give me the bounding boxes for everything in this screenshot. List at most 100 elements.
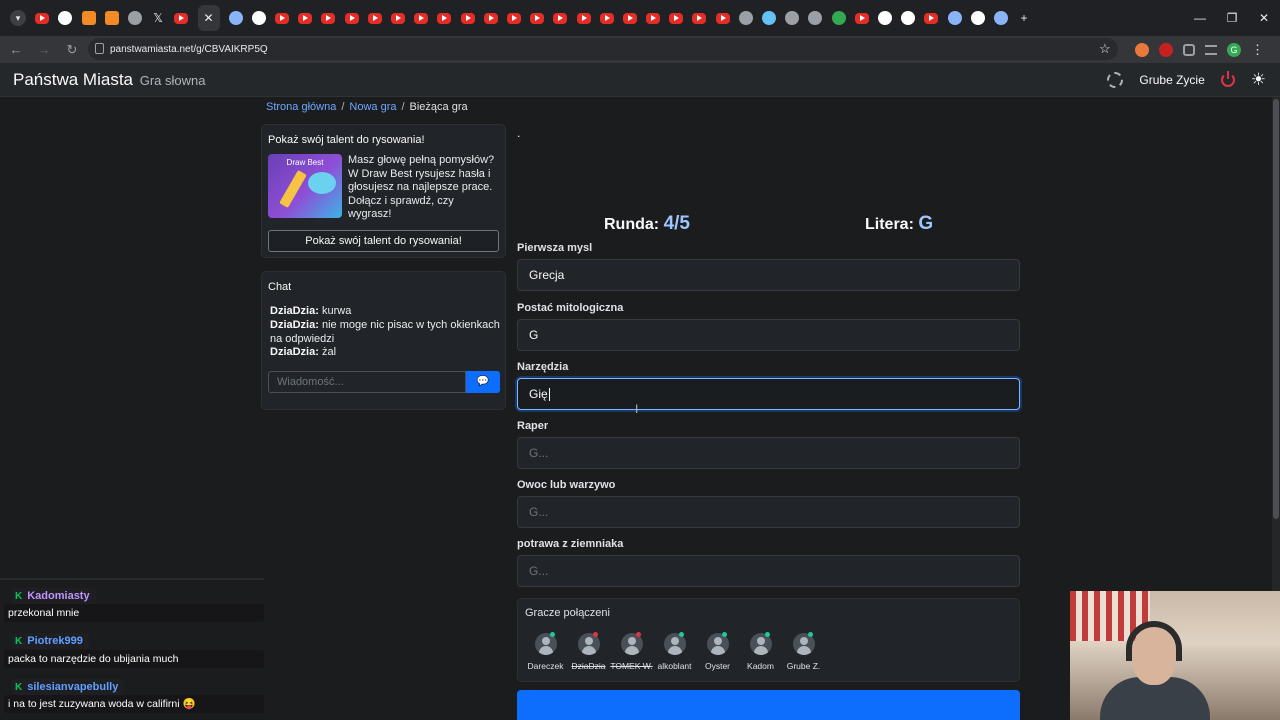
reload-icon[interactable]: ↻ bbox=[60, 42, 84, 58]
tab-globe-icon[interactable] bbox=[947, 11, 962, 25]
tab-youtube-icon[interactable] bbox=[437, 12, 452, 24]
chat-messages: DziaDzia: kurwa DziaDzia: nie moge nic p… bbox=[270, 305, 502, 360]
tab-youtube-icon[interactable] bbox=[298, 12, 313, 24]
tab-youtube-icon[interactable] bbox=[391, 12, 405, 24]
settings-gear-icon[interactable] bbox=[1107, 72, 1124, 88]
answer-input-focused[interactable]: Gię bbox=[517, 378, 1020, 410]
field-label: Postać mitologiczna bbox=[517, 302, 624, 314]
tab-youtube-icon[interactable] bbox=[854, 12, 869, 24]
tab-youtube-icon[interactable] bbox=[669, 12, 684, 24]
tab-youtube-icon[interactable] bbox=[367, 12, 382, 24]
tab-web-icon[interactable] bbox=[993, 11, 1008, 25]
kick-badge-icon: K bbox=[15, 636, 23, 647]
field-label: Raper bbox=[517, 420, 549, 432]
tab-youtube-icon[interactable] bbox=[506, 12, 521, 24]
media-control-icon[interactable] bbox=[1205, 44, 1217, 55]
player-item: TOMEK W. bbox=[610, 632, 653, 671]
tab-youtube-icon[interactable] bbox=[483, 12, 498, 24]
restore-icon[interactable]: ❐ bbox=[1216, 0, 1248, 36]
tab-web-icon[interactable] bbox=[127, 11, 142, 25]
tab-web-icon[interactable] bbox=[228, 11, 243, 25]
logout-power-icon[interactable] bbox=[1220, 71, 1235, 87]
extensions-puzzle-icon[interactable] bbox=[1183, 43, 1195, 56]
forward-icon[interactable]: → bbox=[32, 42, 56, 57]
tab-web-icon[interactable] bbox=[785, 11, 800, 25]
player-status-dot bbox=[808, 632, 813, 637]
tab-youtube-icon[interactable] bbox=[924, 12, 939, 24]
field-label: Owoc lub warzywo bbox=[517, 479, 616, 491]
tab-youtube-icon[interactable] bbox=[414, 12, 429, 24]
profile-avatar-icon[interactable]: G bbox=[1227, 42, 1241, 57]
tab-google-icon[interactable] bbox=[970, 11, 985, 25]
chat-message-input[interactable]: Wiadomość... bbox=[268, 371, 466, 393]
players-header: Gracze połączeni bbox=[525, 607, 610, 619]
answer-input[interactable]: Grecja bbox=[517, 259, 1020, 291]
promo-header: Pokaż swój talent do rysowania! bbox=[268, 134, 425, 146]
tab-youtube-icon[interactable] bbox=[275, 12, 290, 24]
tab-youtube-icon[interactable] bbox=[344, 12, 359, 24]
chat-send-button[interactable]: 💬 bbox=[466, 371, 500, 393]
field-label: Narzędzia bbox=[517, 361, 569, 373]
site-brand[interactable]: Państwa Miasta Gra słowna bbox=[13, 70, 205, 90]
tab-youtube-icon[interactable] bbox=[646, 12, 661, 24]
player-status-dot bbox=[636, 632, 641, 637]
tab-google-icon[interactable] bbox=[901, 11, 916, 25]
tab-google-icon[interactable] bbox=[251, 11, 266, 25]
url-field[interactable]: panstwamiasta.net/g/CBVAIKRP5Q bbox=[88, 38, 1118, 60]
tab-blogger-icon[interactable] bbox=[104, 11, 119, 25]
answer-input[interactable]: G... bbox=[517, 496, 1020, 528]
tab-youtube-icon[interactable] bbox=[599, 12, 614, 24]
extension-icon[interactable] bbox=[1135, 42, 1149, 57]
breadcrumb-home[interactable]: Strona główna bbox=[266, 101, 336, 113]
field-label: Pierwsza mysl bbox=[517, 242, 593, 254]
tab-active-close-icon[interactable]: ✕ bbox=[197, 5, 220, 31]
tab-google-icon[interactable] bbox=[877, 11, 892, 25]
extension-icon[interactable] bbox=[1159, 42, 1173, 57]
user-name-link[interactable]: Grube Zycie bbox=[1139, 73, 1204, 87]
chat-card: Chat DziaDzia: kurwa DziaDzia: nie moge … bbox=[261, 271, 506, 410]
tab-youtube-icon[interactable] bbox=[321, 12, 336, 24]
answer-input[interactable]: G... bbox=[517, 437, 1020, 469]
url-text: panstwamiasta.net/g/CBVAIKRP5Q bbox=[110, 43, 268, 55]
tab-youtube-icon[interactable] bbox=[576, 12, 591, 24]
promo-button[interactable]: Pokaż swój talent do rysowania! bbox=[268, 230, 499, 252]
tab-youtube-icon[interactable] bbox=[692, 12, 707, 24]
player-name: Dareczek bbox=[527, 661, 564, 671]
tab-search-icon[interactable]: ▾ bbox=[10, 10, 26, 26]
tab-web-icon[interactable] bbox=[738, 11, 753, 25]
tab-youtube-icon[interactable] bbox=[622, 12, 637, 24]
new-tab-plus-icon[interactable]: + bbox=[1017, 11, 1031, 25]
answer-field-first-thought: Pierwsza mysl Grecja bbox=[517, 242, 1020, 291]
text-cursor-ibeam-icon: I bbox=[635, 402, 639, 416]
tab-steam-icon[interactable] bbox=[762, 11, 776, 25]
answer-field-potato-dish: potrawa z ziemniaka G... bbox=[517, 538, 1020, 587]
theme-toggle-sun-icon[interactable]: ☀ bbox=[1251, 70, 1266, 90]
submit-button[interactable] bbox=[517, 690, 1020, 720]
tab-youtube-icon[interactable] bbox=[174, 12, 189, 24]
site-info-icon[interactable] bbox=[95, 43, 104, 54]
tab-web-icon[interactable] bbox=[808, 11, 823, 25]
tab-x-icon[interactable]: 𝕏 bbox=[151, 11, 165, 25]
tab-youtube-icon[interactable] bbox=[715, 12, 730, 24]
breadcrumb-new-game[interactable]: Nowa gra bbox=[349, 101, 396, 113]
brand-subtitle: Gra słowna bbox=[139, 73, 206, 88]
tab-youtube-icon[interactable] bbox=[460, 12, 475, 24]
tab-google-icon[interactable] bbox=[58, 11, 73, 25]
back-icon[interactable]: ← bbox=[4, 42, 28, 57]
tab-leaf-icon[interactable] bbox=[831, 11, 846, 25]
minimize-icon[interactable]: — bbox=[1184, 0, 1216, 36]
tab-youtube-icon[interactable] bbox=[553, 12, 568, 24]
answer-input[interactable]: G bbox=[517, 319, 1020, 351]
tab-blogger-icon[interactable] bbox=[81, 11, 96, 25]
player-item: Grube Z. bbox=[782, 632, 825, 671]
answer-input[interactable]: G... bbox=[517, 555, 1020, 587]
tab-youtube-icon[interactable] bbox=[35, 12, 50, 24]
player-status-dot bbox=[679, 632, 684, 637]
chat-message: DziaDzia: żal bbox=[270, 346, 337, 359]
tab-youtube-icon[interactable] bbox=[530, 12, 545, 24]
stream-chat-username: Ksilesianvapebully bbox=[12, 679, 125, 695]
menu-kebab-icon[interactable]: ⋮ bbox=[1251, 42, 1265, 57]
round-value: 4/5 bbox=[663, 213, 690, 234]
bookmark-star-icon[interactable]: ☆ bbox=[1099, 41, 1111, 57]
close-window-icon[interactable]: ✕ bbox=[1248, 0, 1280, 36]
